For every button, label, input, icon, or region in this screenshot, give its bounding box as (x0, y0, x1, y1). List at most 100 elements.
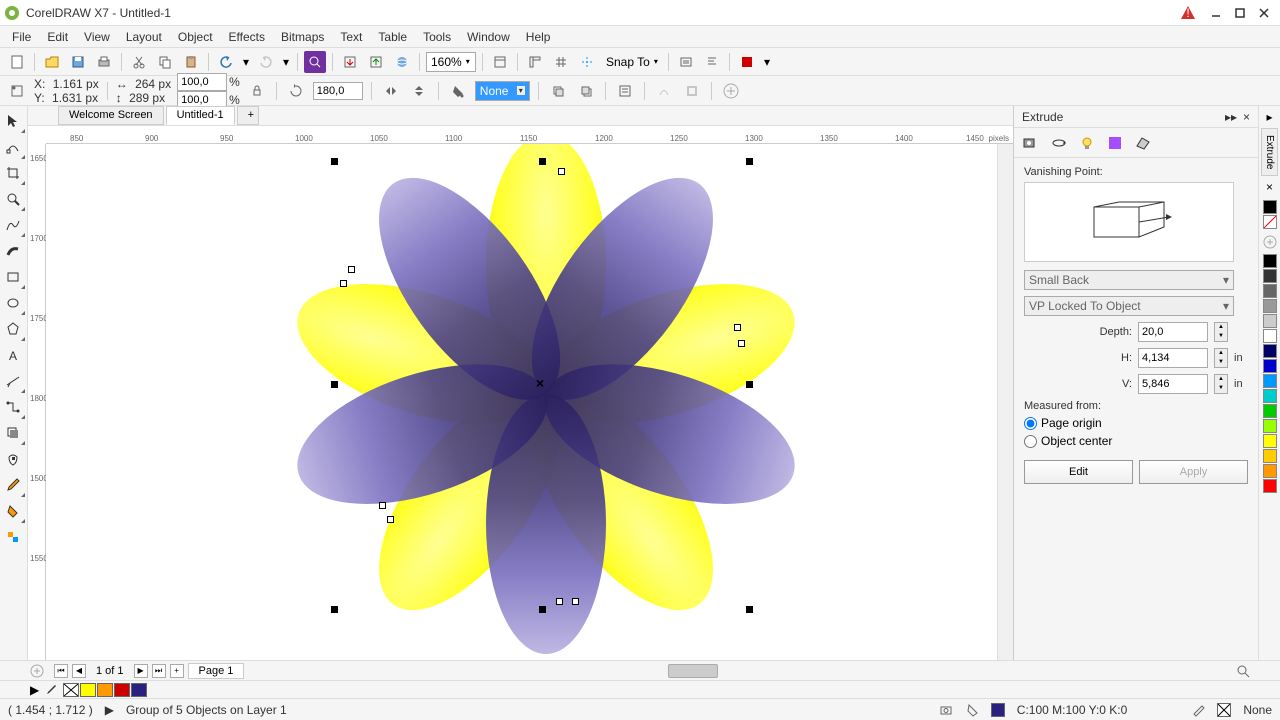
options-button[interactable] (675, 51, 697, 73)
page-tab-1[interactable]: Page 1 (188, 663, 245, 679)
swatch-3[interactable] (1263, 284, 1277, 298)
handle-o8[interactable] (556, 598, 563, 605)
doc-swatch-blue[interactable] (131, 683, 147, 697)
menu-tools[interactable]: Tools (415, 30, 459, 44)
maximize-button[interactable] (1228, 1, 1252, 25)
doc-swatch-orange[interactable] (97, 683, 113, 697)
menu-file[interactable]: File (4, 30, 39, 44)
swatch-8[interactable] (1263, 359, 1277, 373)
fullscreen-button[interactable] (489, 51, 511, 73)
print-button[interactable] (93, 51, 115, 73)
swatch-none[interactable] (1263, 215, 1277, 229)
swatch-9[interactable] (1263, 374, 1277, 388)
palette-play-icon[interactable]: ▶ (30, 683, 39, 697)
save-button[interactable] (67, 51, 89, 73)
align-button[interactable] (701, 51, 723, 73)
swatch-1[interactable] (1263, 254, 1277, 268)
v-stepper[interactable]: ▲▼ (1214, 374, 1228, 394)
snap-dropdown[interactable]: Snap To▾ (602, 52, 662, 72)
publish-button[interactable] (391, 51, 413, 73)
menu-text[interactable]: Text (332, 30, 370, 44)
swatch-12[interactable] (1263, 419, 1277, 433)
edit-button[interactable]: Edit (1024, 460, 1133, 484)
open-button[interactable] (41, 51, 63, 73)
page-prev[interactable]: ◀ (72, 664, 86, 678)
outline-button[interactable] (681, 80, 703, 102)
handle-bl[interactable] (331, 606, 338, 613)
smart-fill-tool[interactable] (0, 524, 26, 550)
status-camera-icon[interactable] (939, 703, 953, 717)
handle-tc[interactable] (539, 158, 546, 165)
extrude-rotation-icon[interactable] (1050, 134, 1068, 152)
handle-o4[interactable] (734, 324, 741, 331)
freehand-tool[interactable] (0, 212, 26, 238)
h-stepper[interactable]: ▲▼ (1214, 348, 1228, 368)
page-new[interactable]: + (170, 664, 184, 678)
handle-bc[interactable] (539, 606, 546, 613)
status-fill-swatch[interactable] (991, 703, 1005, 717)
convert-curves-button[interactable] (653, 80, 675, 102)
status-next-icon[interactable]: ▶ (105, 703, 114, 717)
new-button[interactable] (6, 51, 28, 73)
undo-dropdown[interactable]: ▾ (241, 51, 251, 73)
status-outline-swatch[interactable] (1217, 703, 1231, 717)
artistic-media-tool[interactable] (0, 238, 26, 264)
handle-o1[interactable] (558, 168, 565, 175)
redo-button[interactable] (255, 51, 277, 73)
swatch-11[interactable] (1263, 404, 1277, 418)
export-button[interactable] (365, 51, 387, 73)
menu-layout[interactable]: Layout (118, 30, 170, 44)
import-button[interactable] (339, 51, 361, 73)
minimize-button[interactable] (1204, 1, 1228, 25)
tab-add[interactable]: + (237, 106, 259, 125)
menu-bitmaps[interactable]: Bitmaps (273, 30, 332, 44)
handle-o7[interactable] (387, 516, 394, 523)
shape-tool[interactable] (0, 134, 26, 160)
snap-guidelines-button[interactable] (576, 51, 598, 73)
selection-center[interactable]: × (536, 375, 544, 391)
launch-dropdown[interactable]: ▾ (762, 51, 772, 73)
swatch-5[interactable] (1263, 314, 1277, 328)
swatch-2[interactable] (1263, 269, 1277, 283)
copy-button[interactable] (154, 51, 176, 73)
menu-effects[interactable]: Effects (221, 30, 273, 44)
swatch-15[interactable] (1263, 464, 1277, 478)
h-input[interactable] (1138, 348, 1208, 368)
zoom-tool[interactable] (0, 186, 26, 212)
swatch-7[interactable] (1263, 344, 1277, 358)
scrollbar-vertical[interactable] (997, 144, 1013, 660)
add-swatch-icon[interactable] (1262, 234, 1278, 250)
vertical-ruler[interactable]: 1650 1700 1750 1800 1500 1550 (28, 144, 46, 660)
handle-mr[interactable] (746, 381, 753, 388)
add-button[interactable] (720, 80, 742, 102)
drop-shadow-tool[interactable] (0, 420, 26, 446)
to-back-button[interactable] (575, 80, 597, 102)
status-pen-icon[interactable] (1191, 703, 1205, 717)
zoom-fit-icon[interactable] (1236, 664, 1250, 678)
doc-swatch-red[interactable] (114, 683, 130, 697)
swatch-10[interactable] (1263, 389, 1277, 403)
status-fill-icon[interactable] (965, 703, 979, 717)
depth-stepper[interactable]: ▲▼ (1214, 322, 1228, 342)
cut-button[interactable] (128, 51, 150, 73)
transparency-tool[interactable] (0, 446, 26, 472)
horizontal-ruler[interactable]: 850 900 950 1000 1050 1100 1150 1200 125… (46, 126, 1013, 144)
handle-o2[interactable] (348, 266, 355, 273)
page-last[interactable]: ⏭ (152, 664, 166, 678)
handle-br[interactable] (746, 606, 753, 613)
polygon-tool[interactable] (0, 316, 26, 342)
handle-o6[interactable] (379, 502, 386, 509)
rotation-input[interactable] (313, 82, 363, 100)
handle-o9[interactable] (572, 598, 579, 605)
menu-edit[interactable]: Edit (39, 30, 76, 44)
extrude-tab[interactable]: Extrude (1261, 128, 1278, 176)
handle-tl[interactable] (331, 158, 338, 165)
ellipse-tool[interactable] (0, 290, 26, 316)
radio-page-origin[interactable]: Page origin (1024, 416, 1248, 430)
apply-button[interactable]: Apply (1139, 460, 1248, 484)
extrude-color-icon[interactable] (1106, 134, 1124, 152)
swatch-13[interactable] (1263, 434, 1277, 448)
pick-tool[interactable] (0, 108, 26, 134)
interactive-fill-tool[interactable] (0, 498, 26, 524)
depth-input[interactable] (1138, 322, 1208, 342)
